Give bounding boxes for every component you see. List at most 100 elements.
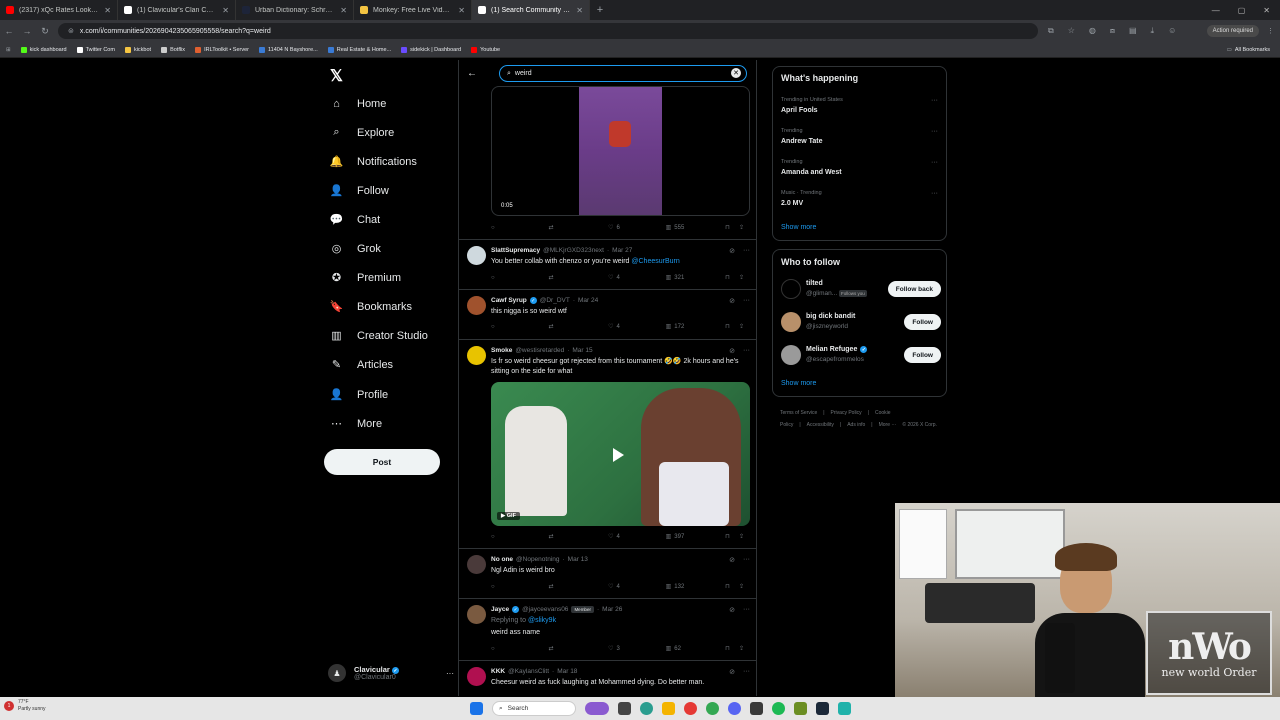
app-icon[interactable] bbox=[794, 702, 807, 715]
more-icon[interactable]: ··· bbox=[446, 669, 454, 678]
action-required-button[interactable]: Action required bbox=[1206, 25, 1259, 37]
like-icon[interactable]: ♡ 4 bbox=[608, 583, 666, 591]
clear-search-icon[interactable]: ✕ bbox=[731, 68, 741, 78]
reply-icon[interactable]: ○ bbox=[491, 324, 549, 330]
url-field[interactable]: ⊜ x.com/i/communities/202690423506590555… bbox=[58, 23, 1038, 39]
like-icon[interactable]: ♡ 6 bbox=[608, 224, 666, 232]
tweet[interactable]: SlattSupremacy @MLKjrGXD323next · Mar 27… bbox=[459, 240, 756, 289]
nav-item-grok[interactable]: ◎ Grok bbox=[330, 242, 381, 256]
grok-icon[interactable]: ⊘ bbox=[729, 297, 735, 305]
browser-tab[interactable]: Urban Dictionary: Schrodingers ✕ bbox=[236, 0, 354, 20]
nav-item-articles[interactable]: ✎ Articles bbox=[330, 358, 393, 372]
post-button[interactable]: Post bbox=[324, 449, 440, 475]
reload-icon[interactable]: ↻ bbox=[36, 26, 54, 37]
puzzle-icon[interactable]: ⧈ bbox=[1110, 26, 1115, 36]
bookmark-item[interactable]: kickbot bbox=[124, 46, 151, 53]
apps-icon[interactable]: ⊞ bbox=[6, 47, 11, 53]
avatar[interactable] bbox=[467, 246, 486, 265]
account-switcher[interactable]: ♟ Clavicular ✓ @Clavicular0 ··· bbox=[328, 661, 454, 685]
nav-item-bookmarks[interactable]: 🔖 Bookmarks bbox=[330, 300, 412, 314]
trend-name[interactable]: Andrew Tate bbox=[781, 138, 823, 145]
bookmark-item[interactable]: Botflix bbox=[161, 46, 185, 53]
mention-link[interactable]: @sliky9k bbox=[528, 617, 556, 624]
footer-link[interactable]: Accessibility bbox=[807, 422, 834, 428]
all-bookmarks-button[interactable]: ▭ All Bookmarks bbox=[1227, 47, 1270, 53]
spotify-icon[interactable] bbox=[772, 702, 785, 715]
nav-item-profile[interactable]: 👤 Profile bbox=[330, 388, 389, 402]
tweet-author[interactable]: KKK bbox=[491, 668, 505, 675]
views-icon[interactable]: ▥ 321 bbox=[666, 274, 726, 282]
more-icon[interactable]: ··· bbox=[931, 128, 938, 135]
maximize-icon[interactable]: ▢ bbox=[1238, 6, 1246, 15]
file-explorer-icon[interactable] bbox=[662, 702, 675, 715]
browser-tab[interactable]: Monkey: Free Live Video Ch... ✕ bbox=[354, 0, 472, 20]
share-icon[interactable]: ⇪ bbox=[739, 224, 749, 231]
taskbar-search[interactable]: ⌕ Search bbox=[492, 701, 576, 716]
show-more-link[interactable]: Show more bbox=[781, 224, 816, 231]
nav-item-home[interactable]: ⌂ Home bbox=[330, 97, 386, 110]
bookmark-item[interactable]: Youtube bbox=[471, 46, 500, 53]
windows-start-icon[interactable] bbox=[470, 702, 483, 715]
reply-icon[interactable]: ○ bbox=[491, 584, 549, 590]
follow-suggestion[interactable]: Melian Refugee ✓ @escapefrommelos Follow bbox=[781, 345, 941, 367]
retweet-icon[interactable]: ⇄ bbox=[549, 645, 609, 652]
views-icon[interactable]: ▥ 555 bbox=[666, 224, 726, 232]
tweet-date[interactable]: Mar 13 bbox=[568, 556, 588, 563]
like-icon[interactable]: ♡ 4 bbox=[608, 274, 666, 282]
new-tab-button[interactable]: + bbox=[590, 4, 610, 16]
footer-link[interactable]: © 2026 X Corp. bbox=[902, 422, 937, 428]
more-icon[interactable]: ··· bbox=[743, 668, 750, 676]
search-input[interactable]: ⌕ weird ✕ bbox=[499, 65, 747, 82]
tweet-date[interactable]: Mar 24 bbox=[578, 297, 598, 304]
tweet-author[interactable]: No one bbox=[491, 556, 513, 563]
retweet-icon[interactable]: ⇄ bbox=[549, 583, 609, 590]
close-tab-icon[interactable]: ✕ bbox=[104, 6, 111, 15]
retweet-icon[interactable]: ⇄ bbox=[549, 224, 609, 231]
reply-icon[interactable]: ○ bbox=[491, 275, 549, 281]
nav-item-follow[interactable]: 👤 Follow bbox=[330, 184, 389, 198]
tweet[interactable]: No one @Nopenotning · Mar 13 ⊘ ··· Ngl Ad… bbox=[459, 549, 756, 598]
more-icon[interactable]: ··· bbox=[743, 297, 750, 305]
share-icon[interactable]: ⇪ bbox=[739, 583, 749, 590]
avatar[interactable] bbox=[467, 555, 486, 574]
menu-icon[interactable]: ⋮ bbox=[1267, 27, 1274, 35]
grok-icon[interactable]: ⊘ bbox=[729, 247, 735, 255]
edge-icon[interactable] bbox=[640, 702, 653, 715]
tweet-date[interactable]: Mar 26 bbox=[602, 606, 622, 613]
bookmark-item[interactable]: Twitter Com bbox=[76, 46, 115, 53]
tweet-author[interactable]: Jayce bbox=[491, 606, 509, 613]
show-more-link[interactable]: Show more bbox=[781, 380, 816, 387]
steam-icon[interactable] bbox=[816, 702, 829, 715]
share-icon[interactable]: ⇪ bbox=[739, 323, 749, 330]
more-icon[interactable]: ··· bbox=[743, 556, 750, 564]
avatar[interactable] bbox=[467, 296, 486, 315]
follow-button[interactable]: Follow bbox=[904, 347, 941, 363]
nav-item-more[interactable]: ⋯ More bbox=[330, 417, 382, 431]
sidepanel-icon[interactable]: ▤ bbox=[1129, 26, 1137, 36]
tweet[interactable]: KKK @KaylansClitt · Mar 18 ⊘ ··· Cheesur … bbox=[459, 661, 756, 696]
browser-tab[interactable]: (2317) xQc Rates Looksmaxxing ✕ bbox=[0, 0, 118, 20]
retweet-icon[interactable]: ⇄ bbox=[549, 274, 609, 281]
weather-widget[interactable]: 1 77°F Partly sunny bbox=[4, 699, 46, 713]
bookmark-icon[interactable]: ⊓ bbox=[725, 645, 739, 652]
avatar[interactable] bbox=[781, 279, 801, 299]
app-icon[interactable] bbox=[684, 702, 697, 715]
share-icon[interactable]: ⇪ bbox=[739, 533, 749, 540]
extension-icon[interactable]: ◍ bbox=[1089, 26, 1096, 36]
grok-icon[interactable]: ⊘ bbox=[729, 556, 735, 564]
retweet-icon[interactable]: ⇄ bbox=[549, 323, 609, 330]
reply-icon[interactable]: ○ bbox=[491, 534, 549, 540]
close-tab-icon[interactable]: ✕ bbox=[222, 6, 229, 15]
like-icon[interactable]: ♡ 4 bbox=[608, 323, 666, 331]
bookmark-icon[interactable]: ⊓ bbox=[725, 583, 739, 590]
bookmark-icon[interactable]: ⊓ bbox=[725, 224, 739, 231]
back-arrow-icon[interactable]: ← bbox=[467, 68, 477, 79]
follow-suggestion[interactable]: big dick bandit @jiszneyworld Follow bbox=[781, 312, 941, 334]
site-info-icon[interactable]: ⊜ bbox=[68, 27, 74, 35]
bookmark-icon[interactable]: ⊓ bbox=[725, 274, 739, 281]
avatar[interactable] bbox=[781, 345, 801, 365]
tweet-author[interactable]: Cawf Syrup bbox=[491, 297, 527, 304]
bookmark-icon[interactable]: ⊓ bbox=[725, 533, 739, 540]
grok-icon[interactable]: ⊘ bbox=[729, 606, 735, 614]
minimize-icon[interactable]: — bbox=[1212, 6, 1220, 15]
